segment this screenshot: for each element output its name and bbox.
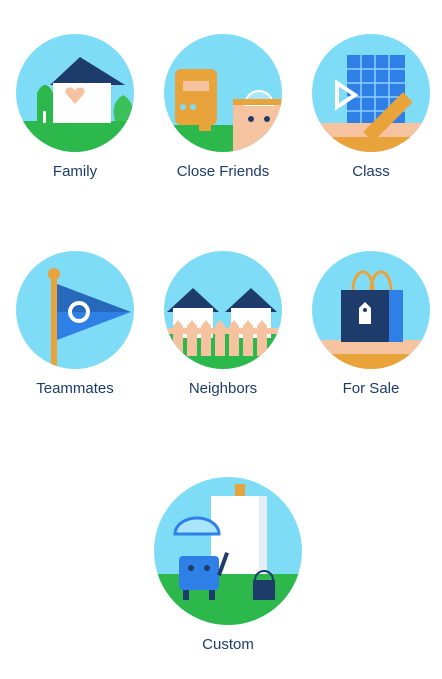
- robot-easel-paint-icon: [154, 477, 302, 625]
- group-label: Neighbors: [188, 380, 258, 397]
- house-heart-icon: [16, 34, 134, 152]
- group-label: Custom: [202, 636, 254, 653]
- group-neighbors[interactable]: Neighbors: [153, 250, 293, 397]
- houses-fence-icon: [164, 251, 282, 369]
- group-class[interactable]: Class: [301, 33, 441, 180]
- group-close-friends[interactable]: Close Friends: [153, 33, 293, 180]
- blueprint-ruler-icon: [312, 34, 430, 152]
- group-label: For Sale: [342, 380, 400, 397]
- group-for-sale[interactable]: For Sale: [301, 250, 441, 397]
- friends-characters-icon: [164, 34, 282, 152]
- group-label: Family: [52, 163, 98, 180]
- group-custom[interactable]: Custom: [153, 476, 302, 653]
- shopping-bag-tag-icon: [312, 251, 430, 369]
- group-family[interactable]: Family: [5, 33, 145, 180]
- group-teammates[interactable]: Teammates: [5, 250, 145, 397]
- group-label: Teammates: [36, 380, 114, 397]
- group-label: Close Friends: [176, 163, 270, 180]
- pennant-flag-icon: [16, 251, 134, 369]
- group-label: Class: [352, 163, 390, 180]
